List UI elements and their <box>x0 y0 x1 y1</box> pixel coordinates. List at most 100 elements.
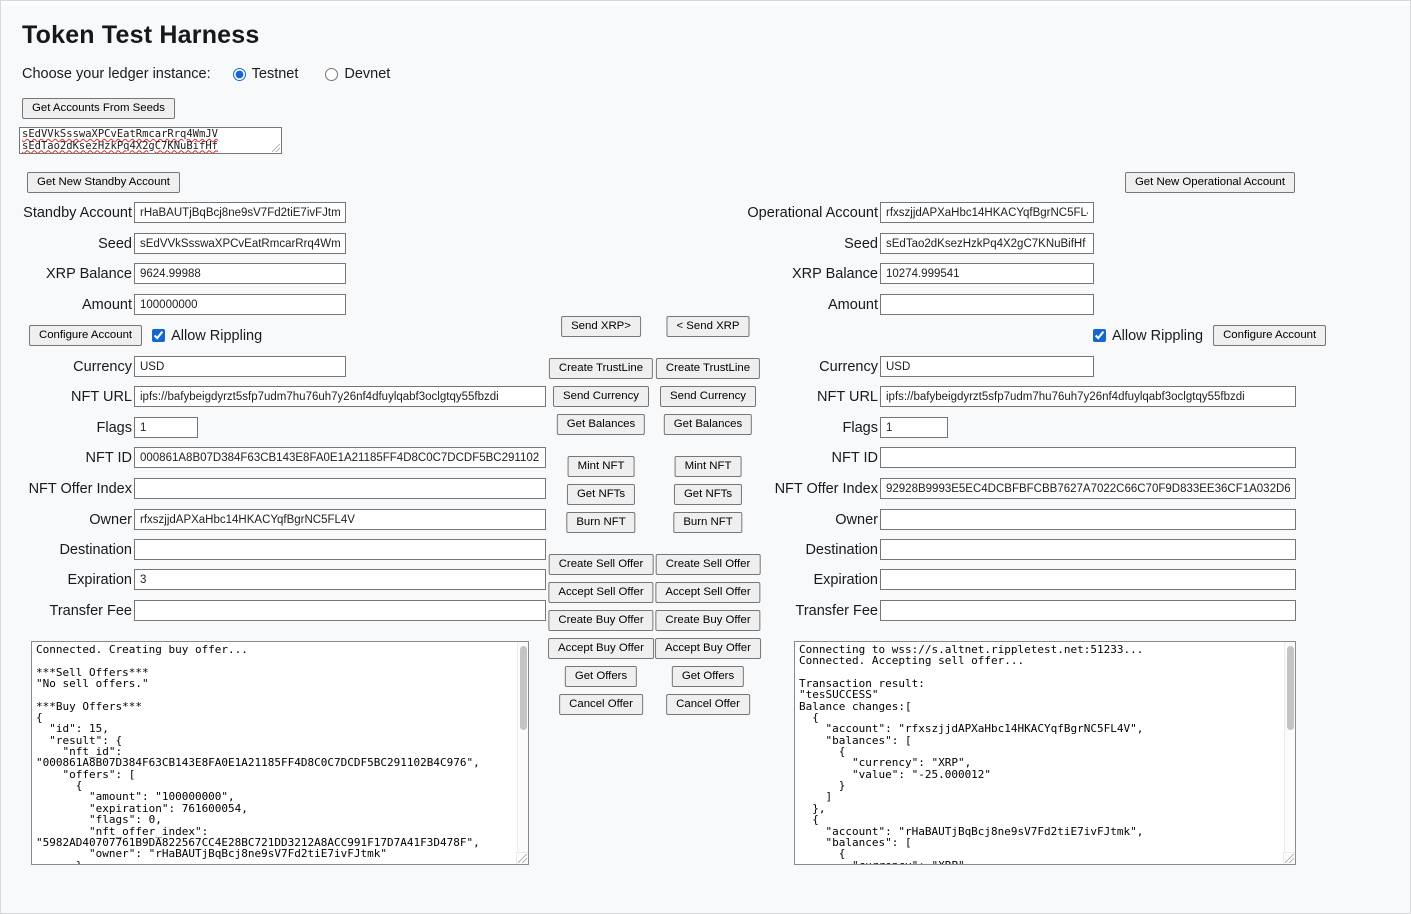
scrollbar-thumb[interactable] <box>520 646 527 730</box>
operational-send-currency-button[interactable]: Send Currency <box>660 386 756 407</box>
operational-create-sell-offer-button[interactable]: Create Sell Offer <box>656 554 761 575</box>
standby-accept-buy-offer-button[interactable]: Accept Buy Offer <box>548 638 654 659</box>
standby-nft-url-label: NFT URL <box>1 389 132 405</box>
ledger-instance-row: Choose your ledger instance: Testnet Dev… <box>22 65 417 83</box>
operational-owner-input[interactable] <box>880 509 1296 530</box>
standby-currency-input[interactable] <box>134 356 346 377</box>
standby-create-sell-offer-button[interactable]: Create Sell Offer <box>549 554 654 575</box>
standby-owner-label: Owner <box>1 512 132 528</box>
standby-results-textarea[interactable]: Connected. Creating buy offer... ***Sell… <box>31 641 529 865</box>
operational-cancel-offer-button[interactable]: Cancel Offer <box>666 694 750 715</box>
operational-seed-input[interactable] <box>880 233 1094 254</box>
scrollbar-thumb[interactable] <box>1287 646 1294 730</box>
seed-line-standby: sEdVVkSsswaXPCvEatRmcarRrq4WmJV <box>22 129 279 141</box>
standby-nft-id-label: NFT ID <box>1 450 132 466</box>
standby-allow-rippling-label: Allow Rippling <box>171 328 262 344</box>
page-title: Token Test Harness <box>22 21 259 50</box>
operational-amount-input[interactable] <box>880 294 1094 315</box>
radio-group-testnet: Testnet <box>233 66 299 82</box>
standby-account-input[interactable] <box>134 202 346 223</box>
standby-account-label: Standby Account <box>1 205 132 221</box>
operational-mint-nft-button[interactable]: Mint NFT <box>675 456 742 477</box>
standby-create-buy-offer-button[interactable]: Create Buy Offer <box>548 610 653 631</box>
operational-nft-id-input[interactable] <box>880 447 1296 468</box>
operational-currency-input[interactable] <box>880 356 1094 377</box>
standby-get-balances-button[interactable]: Get Balances <box>557 414 645 435</box>
standby-allow-rippling-checkbox[interactable] <box>152 329 165 342</box>
operational-expiration-input[interactable] <box>880 569 1296 590</box>
standby-nft-url-input[interactable] <box>134 386 546 407</box>
standby-nft-id-input[interactable] <box>134 447 546 468</box>
devnet-radio-label[interactable]: Devnet <box>344 66 390 82</box>
operational-xrp-balance-label: XRP Balance <box>701 266 878 282</box>
operational-get-balances-button[interactable]: Get Balances <box>664 414 752 435</box>
operational-flags-input[interactable] <box>880 417 948 438</box>
resize-grip-icon[interactable] <box>518 854 527 863</box>
operational-create-trustline-button[interactable]: Create TrustLine <box>656 358 760 379</box>
seed-line-operational: sEdTao2dKsezHzkPq4X2gC7KNuBifHf <box>22 141 279 153</box>
operational-allow-rippling-label: Allow Rippling <box>1112 328 1203 344</box>
operational-nft-url-input[interactable] <box>880 386 1296 407</box>
standby-get-offers-button[interactable]: Get Offers <box>565 666 637 687</box>
operational-results-text: Connecting to wss://s.altnet.rippletest.… <box>795 642 1283 864</box>
standby-get-nfts-button[interactable]: Get NFTs <box>567 484 635 505</box>
standby-nft-offer-index-label: NFT Offer Index <box>1 481 132 497</box>
operational-accept-buy-offer-button[interactable]: Accept Buy Offer <box>655 638 761 659</box>
operational-create-buy-offer-button[interactable]: Create Buy Offer <box>655 610 760 631</box>
standby-xrp-balance-input[interactable] <box>134 263 346 284</box>
operational-transfer-fee-input[interactable] <box>880 600 1296 621</box>
operational-destination-input[interactable] <box>880 539 1296 560</box>
operational-get-nfts-button[interactable]: Get NFTs <box>674 484 742 505</box>
standby-flags-input[interactable] <box>134 417 198 438</box>
standby-nft-offer-index-input[interactable] <box>134 478 546 499</box>
standby-xrp-balance-label: XRP Balance <box>1 266 132 282</box>
standby-mint-nft-button[interactable]: Mint NFT <box>568 456 635 477</box>
standby-burn-nft-button[interactable]: Burn NFT <box>566 512 635 533</box>
standby-expiration-input[interactable] <box>134 569 546 590</box>
resize-grip-cell <box>516 852 528 864</box>
operational-account-input[interactable] <box>880 202 1094 223</box>
standby-results-text: Connected. Creating buy offer... ***Sell… <box>32 642 516 864</box>
operational-configure-account-button[interactable]: Configure Account <box>1213 325 1326 346</box>
operational-seed-label: Seed <box>701 236 878 252</box>
testnet-radio-label[interactable]: Testnet <box>252 66 299 82</box>
standby-owner-input[interactable] <box>134 509 546 530</box>
standby-create-trustline-button[interactable]: Create TrustLine <box>549 358 653 379</box>
get-new-standby-account-button[interactable]: Get New Standby Account <box>27 172 180 193</box>
operational-configure-row: Allow Rippling Configure Account <box>1093 325 1326 346</box>
operational-get-offers-button[interactable]: Get Offers <box>672 666 744 687</box>
standby-destination-label: Destination <box>1 542 132 558</box>
testnet-radio[interactable] <box>233 68 246 81</box>
operational-xrp-balance-input[interactable] <box>880 263 1094 284</box>
standby-cancel-offer-button[interactable]: Cancel Offer <box>559 694 643 715</box>
devnet-radio[interactable] <box>325 68 338 81</box>
standby-flags-label: Flags <box>1 420 132 436</box>
get-accounts-from-seeds-button[interactable]: Get Accounts From Seeds <box>22 98 175 119</box>
standby-seed-input[interactable] <box>134 233 346 254</box>
standby-destination-input[interactable] <box>134 539 546 560</box>
operational-results-scrollbar[interactable] <box>1284 642 1295 852</box>
operational-burn-nft-button[interactable]: Burn NFT <box>673 512 742 533</box>
standby-results-scrollbar[interactable] <box>517 642 528 852</box>
token-test-harness-page: Token Test Harness Choose your ledger in… <box>0 0 1411 914</box>
standby-configure-row: Configure Account Allow Rippling <box>29 325 268 346</box>
standby-accept-sell-offer-button[interactable]: Accept Sell Offer <box>548 582 653 603</box>
resize-grip-icon[interactable] <box>272 144 280 152</box>
standby-currency-label: Currency <box>1 359 132 375</box>
operational-results-textarea[interactable]: Connecting to wss://s.altnet.rippletest.… <box>794 641 1296 865</box>
standby-amount-input[interactable] <box>134 294 346 315</box>
seeds-textarea[interactable]: sEdVVkSsswaXPCvEatRmcarRrq4WmJV sEdTao2d… <box>19 127 282 154</box>
operational-allow-rippling-checkbox[interactable] <box>1093 329 1106 342</box>
standby-send-xrp-button[interactable]: Send XRP> <box>561 316 641 337</box>
operational-send-xrp-button[interactable]: < Send XRP <box>666 316 749 337</box>
standby-send-currency-button[interactable]: Send Currency <box>553 386 649 407</box>
standby-transfer-fee-input[interactable] <box>134 600 546 621</box>
operational-accept-sell-offer-button[interactable]: Accept Sell Offer <box>655 582 760 603</box>
standby-configure-account-button[interactable]: Configure Account <box>29 325 142 346</box>
standby-expiration-label: Expiration <box>1 572 132 588</box>
resize-grip-icon[interactable] <box>1285 854 1294 863</box>
operational-nft-offer-index-input[interactable] <box>880 478 1296 499</box>
standby-amount-label: Amount <box>1 297 132 313</box>
get-new-operational-account-button[interactable]: Get New Operational Account <box>1125 172 1295 193</box>
radio-group-devnet: Devnet <box>325 66 390 82</box>
